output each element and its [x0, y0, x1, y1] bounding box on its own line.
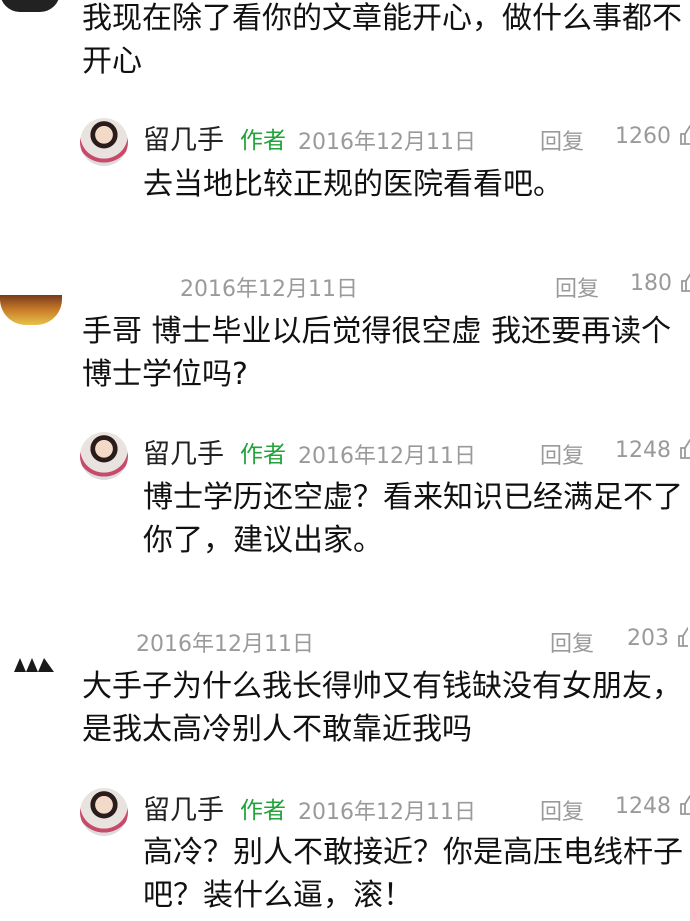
- reply-button[interactable]: 回复: [555, 271, 599, 303]
- author-name[interactable]: 留几手: [143, 788, 224, 827]
- reply-text: 去当地比较正规的医院看看吧。: [143, 167, 563, 202]
- reply-text: 博士学历还空虚？看来知识已经满足不了你了，建议出家。: [143, 480, 683, 558]
- reply-text: 高冷？别人不敢接近？你是高压电线杆子吧？装什么逼，滚！: [143, 835, 683, 913]
- reply-button[interactable]: 回复: [540, 438, 584, 470]
- thumbs-up-icon[interactable]: [678, 438, 690, 460]
- like-count[interactable]: 1248: [615, 794, 690, 819]
- thumbs-up-icon[interactable]: [678, 794, 690, 816]
- reply-button[interactable]: 回复: [540, 794, 584, 826]
- comment-avatar[interactable]: [0, 295, 62, 325]
- comment-text: 大手子为什么我长得帅又有钱缺没有女朋友，是我太高冷别人不敢靠近我吗: [82, 669, 682, 747]
- reply-button[interactable]: 回复: [550, 626, 594, 658]
- reply-button[interactable]: 回复: [540, 124, 584, 156]
- thumbs-up-icon[interactable]: [678, 124, 690, 146]
- like-count-value: 1248: [615, 438, 671, 463]
- reply-date: 2016年12月11日: [298, 800, 476, 825]
- like-count[interactable]: 1248: [615, 438, 690, 463]
- like-count-value: 180: [630, 271, 672, 296]
- comment-text: 手哥 博士毕业以后觉得很空虚 我还要再读个博士学位吗?: [82, 314, 672, 392]
- comment-avatar[interactable]: [14, 658, 54, 672]
- author-avatar[interactable]: [80, 788, 128, 836]
- comment-text: 我现在除了看你的文章能开心，做什么事都不开心: [82, 1, 682, 79]
- reply-date: 2016年12月11日: [298, 130, 476, 155]
- author-tag: 作者: [240, 798, 286, 824]
- thumbs-up-icon[interactable]: [679, 271, 690, 293]
- like-count[interactable]: 180: [630, 271, 690, 296]
- author-avatar[interactable]: [80, 432, 128, 480]
- comment-avatar[interactable]: [0, 0, 60, 12]
- author-avatar[interactable]: [80, 118, 128, 166]
- author-tag: 作者: [240, 128, 286, 154]
- thumbs-up-icon[interactable]: [676, 626, 688, 648]
- reply-date: 2016年12月11日: [298, 444, 476, 469]
- like-count[interactable]: 1260: [615, 124, 690, 149]
- like-count[interactable]: 203: [627, 626, 688, 651]
- like-count-value: 203: [627, 626, 669, 651]
- author-name[interactable]: 留几手: [143, 432, 224, 471]
- comment-date: 2016年12月11日: [180, 277, 358, 302]
- author-tag: 作者: [240, 442, 286, 468]
- author-name[interactable]: 留几手: [143, 118, 224, 157]
- like-count-value: 1260: [615, 124, 671, 149]
- comment-date: 2016年12月11日: [136, 632, 314, 657]
- like-count-value: 1248: [615, 794, 671, 819]
